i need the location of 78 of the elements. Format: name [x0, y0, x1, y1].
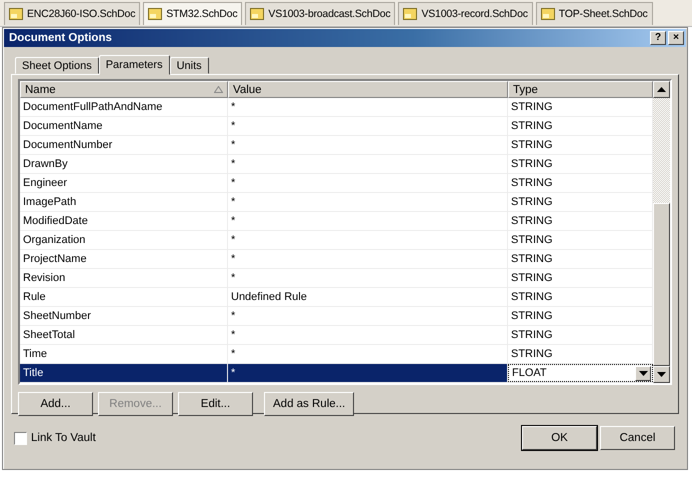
- dialog-button[interactable]: Cancel: [600, 426, 675, 450]
- help-button[interactable]: ?: [650, 31, 666, 45]
- table-cell: Undefined Rule: [228, 288, 508, 306]
- table-row[interactable]: DocumentNumber * STRING: [20, 136, 653, 155]
- table-cell: *: [228, 307, 508, 325]
- document-icon: [9, 8, 23, 20]
- table-cell: *: [228, 250, 508, 268]
- table-cell: SheetNumber: [20, 307, 228, 325]
- type-dropdown[interactable]: FLOAT: [508, 364, 653, 382]
- table-cell: DocumentFullPathAndName: [20, 98, 228, 116]
- document-tab[interactable]: ENC28J60-ISO.SchDoc: [4, 2, 140, 25]
- scroll-up-button[interactable]: [653, 81, 670, 98]
- table-row[interactable]: SheetNumber * STRING: [20, 307, 653, 326]
- action-button[interactable]: Add as Rule...: [264, 392, 354, 416]
- up-arrow-icon: [657, 87, 666, 92]
- table-row[interactable]: ModifiedDate * STRING: [20, 212, 653, 231]
- window-title: Document Options: [9, 32, 112, 44]
- document-tab[interactable]: STM32.SchDoc: [143, 2, 242, 25]
- table-cell: *: [228, 212, 508, 230]
- table-cell: Engineer: [20, 174, 228, 192]
- table-row[interactable]: DocumentName * STRING: [20, 117, 653, 136]
- table-row[interactable]: Rule Undefined Rule STRING: [20, 288, 653, 307]
- column-header[interactable]: Value: [228, 81, 508, 98]
- table-row[interactable]: ImagePath * STRING: [20, 193, 653, 212]
- table-row[interactable]: Title * FLOAT: [20, 364, 653, 383]
- table-cell: *: [228, 136, 508, 154]
- table-cell: ImagePath: [20, 193, 228, 211]
- scroll-thumb[interactable]: [653, 202, 670, 366]
- table-cell: DocumentNumber: [20, 136, 228, 154]
- table-cell: *: [228, 117, 508, 135]
- table-cell: *: [228, 155, 508, 173]
- document-icon: [148, 8, 162, 20]
- table-row[interactable]: DocumentFullPathAndName * STRING: [20, 98, 653, 117]
- action-button[interactable]: Edit...: [178, 392, 253, 416]
- table-cell: *: [228, 364, 508, 382]
- table-cell: *: [228, 326, 508, 344]
- table-cell: Title: [20, 364, 228, 382]
- document-tab[interactable]: TOP-Sheet.SchDoc: [536, 2, 653, 25]
- table-cell: ProjectName: [20, 250, 228, 268]
- table-cell: DocumentName: [20, 117, 228, 135]
- dropdown-arrow-icon: [638, 370, 648, 376]
- table-cell: Organization: [20, 231, 228, 249]
- dialog-button[interactable]: OK: [522, 426, 597, 450]
- table-row[interactable]: Organization * STRING: [20, 231, 653, 250]
- table-cell: Time: [20, 345, 228, 363]
- table-cell: ModifiedDate: [20, 212, 228, 230]
- document-icon: [250, 8, 264, 20]
- table-cell: SheetTotal: [20, 326, 228, 344]
- down-arrow-icon: [657, 372, 666, 377]
- table-cell: Rule: [20, 288, 228, 306]
- table-row[interactable]: Engineer * STRING: [20, 174, 653, 193]
- table-row[interactable]: DrawnBy * STRING: [20, 155, 653, 174]
- table-cell: *: [228, 98, 508, 116]
- vertical-scrollbar[interactable]: [653, 81, 670, 383]
- column-header[interactable]: Name: [20, 81, 228, 98]
- document-tab[interactable]: VS1003-broadcast.SchDoc: [245, 2, 396, 25]
- action-button[interactable]: Add...: [18, 392, 93, 416]
- scroll-down-button[interactable]: [653, 366, 670, 383]
- table-row[interactable]: ProjectName * STRING: [20, 250, 653, 269]
- table-row[interactable]: Revision * STRING: [20, 269, 653, 288]
- tab[interactable]: Units: [170, 57, 209, 74]
- close-button[interactable]: ×: [668, 31, 684, 45]
- sort-icon: [214, 86, 223, 93]
- document-icon: [540, 8, 555, 20]
- table-cell: *: [228, 174, 508, 192]
- column-header[interactable]: Type: [508, 81, 653, 98]
- table-row[interactable]: SheetTotal * STRING: [20, 326, 653, 345]
- table-cell: *: [228, 193, 508, 211]
- document-icon: [403, 8, 418, 20]
- table-cell: Revision: [20, 269, 228, 287]
- table-cell: *: [228, 345, 508, 363]
- table-cell: *: [228, 269, 508, 287]
- link-to-vault-checkbox[interactable]: Link To Vault: [14, 432, 96, 444]
- tab[interactable]: Parameters: [98, 55, 170, 75]
- table-cell: *: [228, 231, 508, 249]
- table-cell: DrawnBy: [20, 155, 228, 173]
- document-tab[interactable]: VS1003-record.SchDoc: [398, 2, 533, 25]
- tab[interactable]: Sheet Options: [15, 57, 99, 74]
